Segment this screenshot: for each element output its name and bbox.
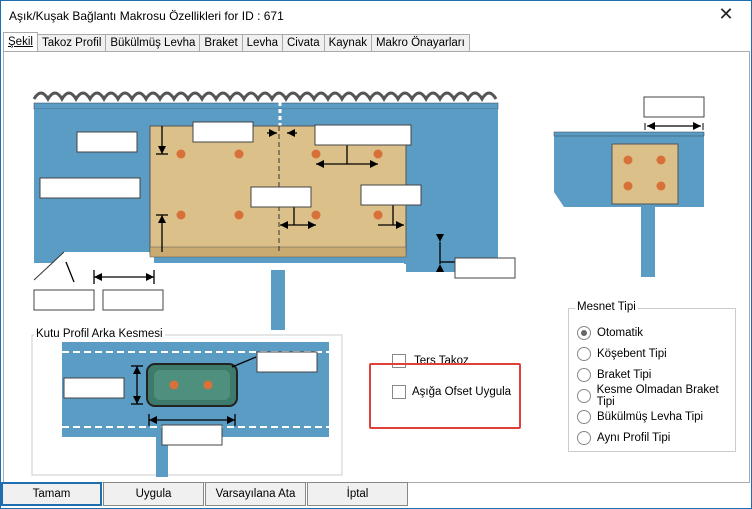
button-bar: Tamam Uygula Varsayılana Ata İptal [1, 482, 409, 508]
close-icon[interactable]: ✕ [711, 4, 741, 25]
box-section-title: Kutu Profil Arka Kesmesi [34, 328, 165, 340]
radio-dot[interactable] [577, 347, 591, 361]
radio-label: Aynı Profil Tipi [597, 432, 671, 444]
support-type-title: Mesnet Tipi [575, 301, 638, 313]
tab-kaynak[interactable]: Kaynak [323, 34, 372, 51]
radio-braket-tipi[interactable]: Braket Tipi [577, 366, 651, 384]
support-post [271, 270, 285, 330]
radio-otomatik[interactable]: Otomatik [577, 324, 643, 342]
set-defaults-button[interactable]: Varsayılana Ata [205, 482, 306, 506]
tab-braket[interactable]: Braket [199, 34, 243, 51]
radio-dot[interactable] [577, 410, 591, 424]
tab-strip: Şekil Takoz Profil Bükülmüş Levha Braket… [3, 32, 470, 52]
title-bar: Aşık/Kuşak Bağlantı Makrosu Özellikleri … [1, 1, 751, 31]
support-type-group: Mesnet Tipi Otomatik Köşebent Tipi Brake… [568, 301, 736, 452]
radio-dot[interactable] [577, 368, 591, 382]
radio-kosebent-tipi[interactable]: Köşebent Tipi [577, 345, 667, 363]
tab-label: Şekil [8, 36, 33, 48]
radio-bukulmus-levha-tipi[interactable]: Bükülmüş Levha Tipi [577, 408, 703, 426]
radio-dot[interactable] [577, 326, 591, 340]
ok-button[interactable]: Tamam [1, 482, 102, 506]
tab-civata[interactable]: Civata [282, 34, 325, 51]
radio-label: Köşebent Tipi [597, 348, 667, 360]
purlin-flange [33, 102, 499, 110]
radio-label: Kesme Olmadan Braket Tipi [596, 384, 719, 408]
detail-dim-box [643, 96, 705, 118]
radio-label: Bükülmüş Levha Tipi [597, 411, 704, 423]
radio-kesme-olmadan-braket[interactable]: Kesme Olmadan Braket Tipi [577, 384, 735, 408]
apply-button[interactable]: Uygula [103, 482, 204, 506]
radio-label: Braket Tipi [597, 369, 652, 381]
corrugated-sheet [32, 91, 498, 102]
radio-label: Otomatik [597, 327, 644, 339]
radio-ayni-profil-tipi[interactable]: Aynı Profil Tipi [577, 429, 670, 447]
detail-plate [611, 143, 679, 205]
dialog-window: Aşık/Kuşak Bağlantı Makrosu Özellikleri … [0, 0, 752, 509]
tab-sekil[interactable]: Şekil [3, 32, 38, 51]
tab-takoz-profil[interactable]: Takoz Profil [36, 34, 107, 51]
tab-bukulmus-levha[interactable]: Bükülmüş Levha [105, 34, 201, 51]
highlight-frame [369, 363, 521, 429]
cancel-button[interactable]: İptal [307, 482, 408, 506]
tab-makro-onayarlari[interactable]: Makro Önayarları [370, 34, 470, 51]
tab-levha[interactable]: Levha [241, 34, 283, 51]
window-title: Aşık/Kuşak Bağlantı Makrosu Özellikleri … [9, 9, 284, 23]
radio-dot[interactable] [577, 389, 591, 403]
radio-dot[interactable] [577, 431, 591, 445]
